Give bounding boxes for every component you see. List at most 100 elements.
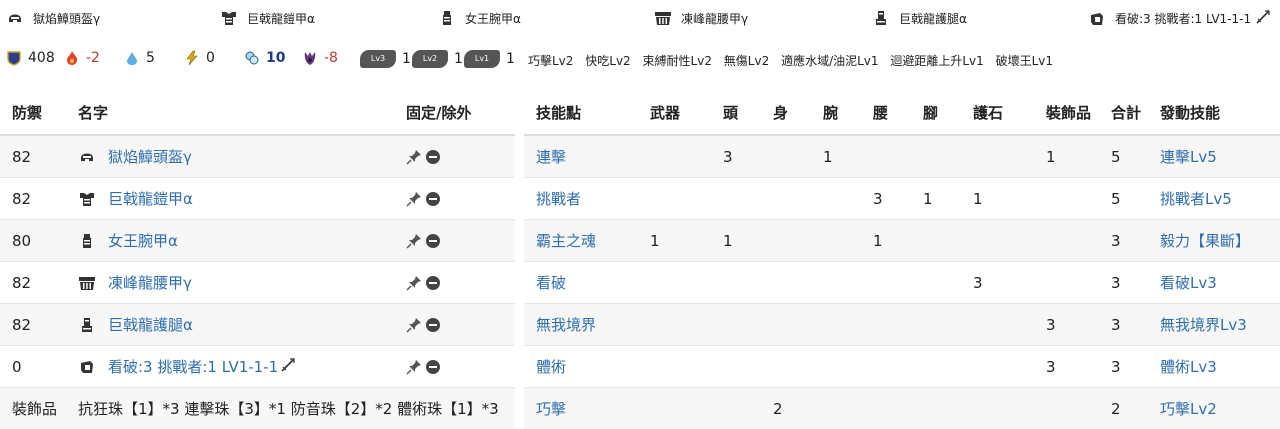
pin-icon[interactable] — [406, 275, 422, 291]
equip-waist[interactable]: 凍峰龍腰甲γ — [654, 9, 748, 27]
leg-icon — [78, 316, 96, 334]
col-weapon: 武器 — [638, 90, 711, 135]
skill-charm-value — [961, 346, 1034, 388]
skill-leg-value: 1 — [911, 178, 961, 220]
skill-name-link[interactable]: 無我境界 — [536, 316, 596, 334]
skill-total-value: 3 — [1099, 304, 1148, 346]
armor-defense: 82 — [0, 262, 66, 304]
active-skill-link[interactable]: 無我境界Lv3 — [1160, 316, 1247, 334]
pin-icon[interactable] — [406, 359, 422, 375]
skill-head-value: 1 — [711, 220, 761, 262]
skill-weapon-value — [638, 262, 711, 304]
active-skill-link[interactable]: 挑戰者Lv5 — [1160, 190, 1232, 208]
exclude-icon[interactable] — [426, 318, 440, 332]
skill-summary-item: 適應水域/油泥Lv1 — [781, 54, 878, 68]
skill-name-link[interactable]: 體術 — [536, 358, 566, 376]
skill-total-value: 3 — [1099, 262, 1148, 304]
col-total: 合計 — [1099, 90, 1148, 135]
decoration-slot-icon — [1255, 9, 1271, 28]
armor-name-link[interactable]: 巨戟龍鎧甲α — [108, 188, 193, 209]
thunder-icon — [184, 50, 200, 66]
waist-icon — [78, 274, 96, 292]
col-deco: 裝飾品 — [1034, 90, 1099, 135]
waist-icon — [654, 9, 672, 27]
col-active-skill: 發動技能 — [1148, 90, 1280, 135]
skill-name-link[interactable]: 看破 — [536, 274, 566, 292]
skill-name-link[interactable]: 連擊 — [536, 148, 566, 166]
skill-body-value — [761, 346, 811, 388]
equip-head[interactable]: 獄焰鱆頭盔γ — [6, 9, 100, 27]
skill-total-value: 3 — [1099, 220, 1148, 262]
charm-icon — [78, 358, 96, 376]
skill-weapon-value — [638, 178, 711, 220]
equip-charm[interactable]: 看破:3 挑戰者:1 LV1-1-1 — [1088, 9, 1271, 28]
armor-name-link[interactable]: 獄焰鱆頭盔γ — [108, 146, 192, 167]
armor-name-link[interactable]: 凍峰龍腰甲γ — [108, 272, 192, 293]
skill-arm-value — [811, 220, 861, 262]
slot-lv2-icon: Lv2 — [412, 50, 448, 68]
skill-head-value — [711, 346, 761, 388]
exclude-icon[interactable] — [426, 150, 440, 164]
skill-deco-value — [1034, 388, 1099, 429]
thunder-res-stat: 0 — [184, 50, 215, 66]
active-skill-link[interactable]: 看破Lv3 — [1160, 274, 1217, 292]
skill-row: 看破33看破Lv3 — [524, 262, 1280, 304]
skill-arm-value — [811, 262, 861, 304]
col-name: 名字 — [66, 90, 394, 135]
chest-icon — [220, 9, 238, 27]
skill-name-link[interactable]: 挑戰者 — [536, 190, 581, 208]
skill-leg-value — [911, 135, 961, 178]
armor-row: 0 看破:3 挑戰者:1 LV1-1-1 — [0, 346, 515, 388]
equip-leg[interactable]: 巨戟龍護腿α — [872, 9, 967, 27]
active-skill-link[interactable]: 毅力【果斷】 — [1160, 232, 1250, 250]
skill-weapon-value — [638, 388, 711, 429]
active-skill-link[interactable]: 巧擊Lv2 — [1160, 400, 1217, 418]
skill-arm-value — [811, 178, 861, 220]
skill-deco-value: 1 — [1034, 135, 1099, 178]
skill-row: 巧擊22巧擊Lv2 — [524, 388, 1280, 429]
charm-icon — [1088, 10, 1106, 28]
ice-icon — [244, 50, 260, 66]
pin-icon[interactable] — [406, 191, 422, 207]
armor-row: 82 巨戟龍護腿α — [0, 304, 515, 346]
skill-head-value: 3 — [711, 135, 761, 178]
skill-name-link[interactable]: 霸主之魂 — [536, 232, 596, 250]
pin-icon[interactable] — [406, 233, 422, 249]
skill-waist-value — [861, 346, 911, 388]
skill-summary-item: 巧擊Lv2 — [528, 54, 573, 68]
exclude-icon[interactable] — [426, 360, 440, 374]
exclude-icon[interactable] — [426, 276, 440, 290]
skill-total-value: 5 — [1099, 178, 1148, 220]
armor-defense: 82 — [0, 178, 66, 220]
slot-lv1-icon: Lv1 — [464, 50, 500, 68]
skill-row: 連擊3115連擊Lv5 — [524, 135, 1280, 178]
armor-name-link[interactable]: 巨戟龍護腿α — [108, 314, 193, 335]
slot-lv2-stat: Lv2 1 — [412, 50, 463, 68]
equip-chest[interactable]: 巨戟龍鎧甲α — [220, 9, 315, 27]
skill-leg-value — [911, 220, 961, 262]
exclude-icon[interactable] — [426, 234, 440, 248]
armor-row: 82 獄焰鱆頭盔γ — [0, 135, 515, 178]
skill-arm-value: 1 — [811, 135, 861, 178]
skill-name-link[interactable]: 巧擊 — [536, 400, 566, 418]
decorations-label: 裝飾品 — [0, 388, 66, 429]
equip-arm[interactable]: 女王腕甲α — [438, 9, 521, 27]
col-head: 頭 — [711, 90, 761, 135]
col-arm: 腕 — [811, 90, 861, 135]
skill-leg-value — [911, 346, 961, 388]
skill-leg-value — [911, 304, 961, 346]
exclude-icon[interactable] — [426, 192, 440, 206]
skill-body-value — [761, 220, 811, 262]
active-skill-link[interactable]: 連擊Lv5 — [1160, 148, 1217, 166]
skill-deco-value: 3 — [1034, 304, 1099, 346]
armor-name-link[interactable]: 看破:3 挑戰者:1 LV1-1-1 — [108, 356, 278, 377]
col-charm: 護石 — [961, 90, 1034, 135]
equipment-bar: 獄焰鱆頭盔γ 巨戟龍鎧甲α 女王腕甲α 凍峰龍腰甲γ 巨戟龍護腿α 看破:3 挑… — [0, 0, 1280, 38]
armor-defense: 82 — [0, 304, 66, 346]
active-skill-link[interactable]: 體術Lv3 — [1160, 358, 1217, 376]
armor-name-link[interactable]: 女王腕甲α — [108, 230, 178, 251]
armor-table: 防禦 名字 固定/除外 82 獄焰鱆頭盔γ 82 — [0, 90, 515, 429]
skill-row: 體術33體術Lv3 — [524, 346, 1280, 388]
pin-icon[interactable] — [406, 317, 422, 333]
pin-icon[interactable] — [406, 149, 422, 165]
